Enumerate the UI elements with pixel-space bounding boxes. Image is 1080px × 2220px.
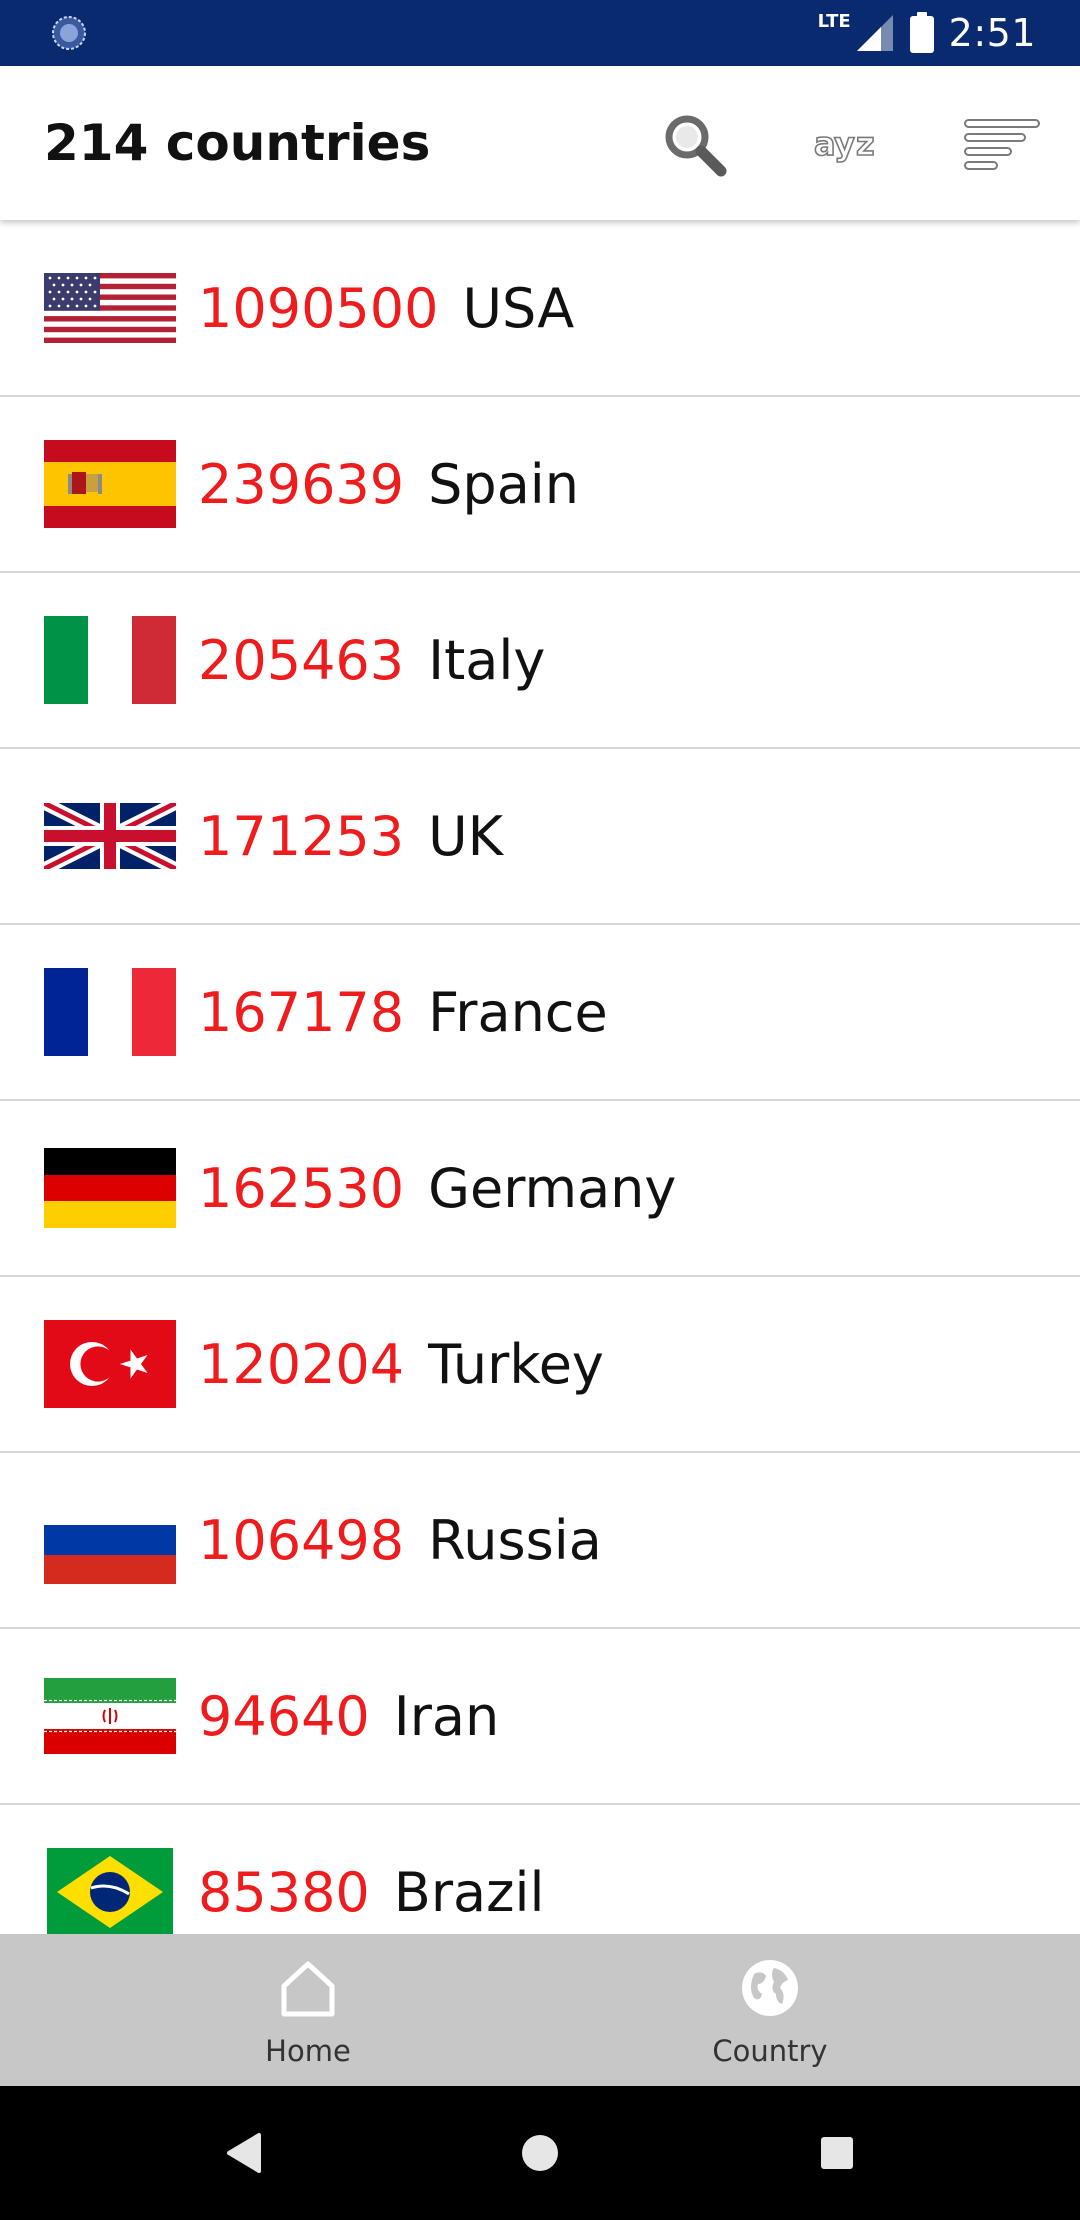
- country-name: UK: [428, 804, 504, 868]
- country-name: Germany: [428, 1156, 677, 1220]
- country-name: USA: [462, 276, 575, 340]
- country-row-iran[interactable]: 94640 Iran: [0, 1629, 1080, 1805]
- status-bar: LTE 2:51: [0, 0, 1080, 66]
- recents-square-icon: [821, 2137, 853, 2169]
- country-list[interactable]: 1090500 USA 239639 Spain 205463 Italy 17…: [0, 221, 1080, 1934]
- nav-home[interactable]: Home: [158, 1934, 458, 2086]
- nav-country-label: Country: [712, 2034, 828, 2068]
- country-count: 162530: [198, 1156, 405, 1220]
- russia-flag-icon: [44, 1496, 176, 1584]
- brazil-flag-icon: [47, 1848, 173, 1934]
- country-row-italy[interactable]: 205463 Italy: [0, 573, 1080, 749]
- home-icon: [281, 1961, 335, 2017]
- country-row-text: 94640 Iran: [198, 1685, 499, 1748]
- country-row-text: 162530 Germany: [198, 1157, 676, 1220]
- country-count: 106498: [198, 1508, 405, 1572]
- france-flag-icon: [44, 968, 176, 1056]
- search-button[interactable]: [654, 104, 734, 184]
- nav-country[interactable]: Country: [620, 1934, 920, 2086]
- bottom-navigation: Home Country: [0, 1934, 1080, 2086]
- signal-icon: [856, 15, 893, 51]
- sort-alphabetical-button[interactable]: a y z: [808, 104, 888, 184]
- country-count: 171253: [198, 804, 405, 868]
- uk-flag-icon: [44, 803, 176, 869]
- country-row-text: 171253 UK: [198, 805, 503, 868]
- country-row-text: 205463 Italy: [198, 629, 545, 692]
- sync-status-icon: [52, 16, 86, 50]
- italy-flag-icon: [44, 616, 176, 704]
- page-title: 214 countries: [44, 114, 431, 172]
- country-count: 120204: [198, 1332, 405, 1396]
- system-navigation-bar: [0, 2086, 1080, 2220]
- country-count: 205463: [198, 628, 405, 692]
- country-name: Spain: [428, 452, 580, 516]
- country-count: 167178: [198, 980, 405, 1044]
- turkey-flag-icon: [44, 1320, 176, 1408]
- country-row-text: 167178 France: [198, 981, 608, 1044]
- country-row-text: 1090500 USA: [198, 277, 574, 340]
- usa-flag-icon: [44, 273, 176, 343]
- country-row-russia[interactable]: 106498 Russia: [0, 1453, 1080, 1629]
- status-right-group: LTE 2:51: [818, 0, 1036, 66]
- search-icon: [665, 115, 727, 177]
- iran-flag-icon: [44, 1678, 176, 1754]
- country-row-text: 120204 Turkey: [198, 1333, 604, 1396]
- globe-icon: [742, 1960, 798, 2016]
- system-recents-button[interactable]: [804, 2120, 870, 2186]
- country-name: France: [428, 980, 608, 1044]
- country-row-uk[interactable]: 171253 UK: [0, 749, 1080, 925]
- svg-text:a: a: [814, 125, 836, 163]
- country-name: Iran: [393, 1684, 500, 1748]
- country-count: 85380: [198, 1860, 370, 1924]
- screen: LTE 2:51 214 countries a y z 1090500 USA…: [0, 0, 1080, 2220]
- az-sort-icon: a y z: [813, 124, 875, 164]
- sort-lines-icon: [964, 119, 1040, 170]
- country-row-turkey[interactable]: 120204 Turkey: [0, 1277, 1080, 1453]
- country-count: 94640: [198, 1684, 370, 1748]
- country-name: Turkey: [428, 1332, 604, 1396]
- country-row-brazil[interactable]: 85380 Brazil: [0, 1805, 1080, 1934]
- country-count: 1090500: [198, 276, 439, 340]
- country-row-france[interactable]: 167178 France: [0, 925, 1080, 1101]
- battery-icon: [909, 12, 934, 53]
- svg-text:y: y: [834, 125, 855, 163]
- clock-time: 2:51: [948, 11, 1036, 55]
- country-name: Russia: [428, 1508, 602, 1572]
- germany-flag-icon: [44, 1148, 176, 1228]
- country-count: 239639: [198, 452, 405, 516]
- country-row-spain[interactable]: 239639 Spain: [0, 397, 1080, 573]
- back-triangle-icon: [227, 2133, 261, 2173]
- home-circle-icon: [522, 2135, 558, 2171]
- spain-flag-icon: [44, 440, 176, 528]
- system-home-button[interactable]: [507, 2120, 573, 2186]
- app-bar: 214 countries a y z: [0, 66, 1080, 220]
- sort-by-count-button[interactable]: [962, 104, 1042, 184]
- system-back-button[interactable]: [210, 2120, 276, 2186]
- country-row-usa[interactable]: 1090500 USA: [0, 221, 1080, 397]
- country-name: Italy: [428, 628, 546, 692]
- country-row-germany[interactable]: 162530 Germany: [0, 1101, 1080, 1277]
- country-row-text: 239639 Spain: [198, 453, 579, 516]
- nav-home-label: Home: [265, 2034, 351, 2068]
- country-row-text: 106498 Russia: [198, 1509, 602, 1572]
- country-row-text: 85380 Brazil: [198, 1861, 545, 1924]
- network-type-label: LTE: [817, 10, 851, 32]
- svg-text:z: z: [856, 125, 875, 163]
- country-name: Brazil: [393, 1860, 545, 1924]
